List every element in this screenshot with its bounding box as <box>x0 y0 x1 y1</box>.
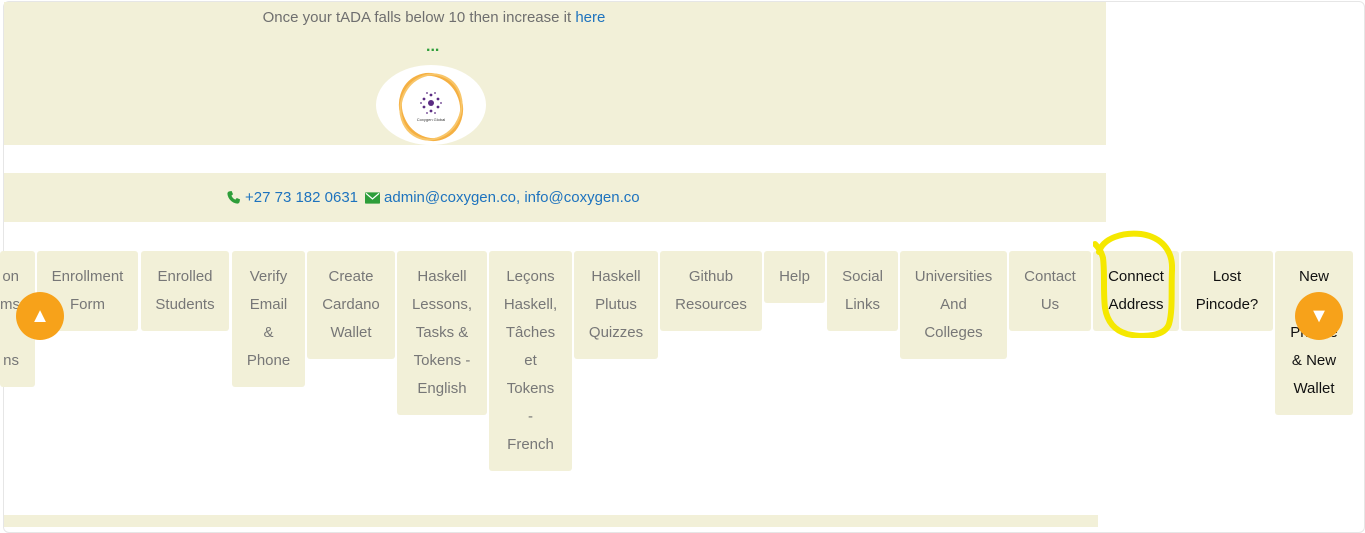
menu-item-universities-colleges[interactable]: Universities And Colleges <box>900 251 1007 359</box>
menu-line: Haskell, <box>503 296 558 313</box>
menu-line: Tokens <box>506 380 555 397</box>
phone-link[interactable]: +27 73 182 0631 <box>245 189 358 206</box>
menu-line: Tokens - <box>413 352 471 369</box>
menu-item-lecons-haskell-french[interactable]: Leçons Haskell, Tâches et Tokens - Frenc… <box>489 251 572 471</box>
menu-line: Create <box>328 268 374 285</box>
menu-item-haskell-lessons-english[interactable]: Haskell Lessons, Tasks & Tokens - Englis… <box>397 251 487 415</box>
scroll-down-button[interactable]: ▼ <box>1295 292 1343 340</box>
menu-item-haskell-plutus-quizzes[interactable]: Haskell Plutus Quizzes <box>574 251 658 359</box>
menu-line: Pincode? <box>1195 296 1259 313</box>
menu-item-verify-email-phone[interactable]: Verify Email & Phone <box>232 251 305 387</box>
menu-line: And <box>940 296 967 313</box>
menu-line: Wallet <box>1293 380 1335 397</box>
menu-line: et <box>524 352 537 369</box>
menu-line: Quizzes <box>588 324 644 341</box>
menu-line: Cardano <box>322 296 380 313</box>
phone-icon <box>227 190 241 204</box>
menu-line: Contact <box>1024 268 1076 285</box>
bottom-section <box>4 515 1098 527</box>
menu-line: Address <box>1108 296 1164 313</box>
menu-line: Enrolled <box>157 268 213 285</box>
menu-line: Leçons <box>506 268 555 285</box>
menu-line: ns <box>3 352 19 369</box>
menu-line: Verify <box>249 268 288 285</box>
menu-item-connect-address[interactable]: Connect Address <box>1093 251 1179 331</box>
triangle-down-icon: ▼ <box>1309 305 1329 327</box>
menu-line: & <box>263 324 274 341</box>
menu-line: Help <box>779 268 810 285</box>
top-banner: Once your tADA falls below 10 then incre… <box>4 2 1106 145</box>
menu-line: Links <box>844 296 881 313</box>
menu-line: Social <box>842 268 883 285</box>
menu-line: Wallet <box>330 324 372 341</box>
menu-line: French <box>507 436 554 453</box>
menu-line: Plutus <box>595 296 637 313</box>
triangle-up-icon: ▲ <box>30 305 50 327</box>
menu-line: Tâches <box>505 324 556 341</box>
tada-notice-text: Once your tADA falls below 10 then incre… <box>262 9 572 26</box>
menu-line: Resources <box>675 296 747 313</box>
menu-line: on <box>2 268 19 285</box>
menu-line: New <box>1298 268 1329 285</box>
increase-tada-link[interactable]: here <box>575 9 605 26</box>
menu-line: & New <box>1291 352 1337 369</box>
menu-item-github-resources[interactable]: Github Resources <box>660 251 762 331</box>
menu-line: Colleges <box>924 324 983 341</box>
menu-line: Phone <box>246 352 291 369</box>
menu-line: Github <box>688 268 734 285</box>
menu-item-help[interactable]: Help <box>764 251 825 303</box>
scroll-up-button[interactable]: ▲ <box>16 292 64 340</box>
envelope-icon <box>365 191 381 204</box>
menu-line: - <box>528 408 533 425</box>
logo-wordmark: Coxygen Global <box>417 117 446 122</box>
menu-line: Students <box>155 296 215 313</box>
menu-item-lost-pincode[interactable]: Lost Pincode? <box>1181 251 1273 331</box>
menu-item-contact-us[interactable]: Contact Us <box>1009 251 1091 331</box>
menu-line: Lost <box>1212 268 1242 285</box>
menu-line: Email <box>249 296 288 313</box>
coxygen-logo[interactable]: Coxygen Global <box>376 65 486 145</box>
menu-line: Universities <box>914 268 993 285</box>
menu-item-enrolled-students[interactable]: Enrolled Students <box>141 251 229 331</box>
contact-line: +27 73 182 0631 admin@coxygen.co, info@c… <box>226 189 640 206</box>
menu-line: Connect <box>1108 268 1164 285</box>
menu-line: Lessons, <box>411 296 473 313</box>
coxygen-logo-icon: Coxygen Global <box>398 73 464 141</box>
contact-bar: +27 73 182 0631 admin@coxygen.co, info@c… <box>4 173 1106 222</box>
menu-item-create-cardano-wallet[interactable]: Create Cardano Wallet <box>307 251 395 359</box>
email-links[interactable]: admin@coxygen.co, info@coxygen.co <box>384 189 640 206</box>
menu-line: Enrollment <box>51 268 124 285</box>
menu-line: Haskell <box>591 268 641 285</box>
menu-item-social-links[interactable]: Social Links <box>827 251 898 331</box>
ellipsis-indicator: ... <box>426 38 440 55</box>
menu-line: Us <box>1040 296 1060 313</box>
menu-line: Haskell <box>417 268 467 285</box>
menu-line: English <box>417 380 467 397</box>
menu-line: Tasks & <box>415 324 469 341</box>
tada-notice: Once your tADA falls below 10 then incre… <box>4 9 864 26</box>
